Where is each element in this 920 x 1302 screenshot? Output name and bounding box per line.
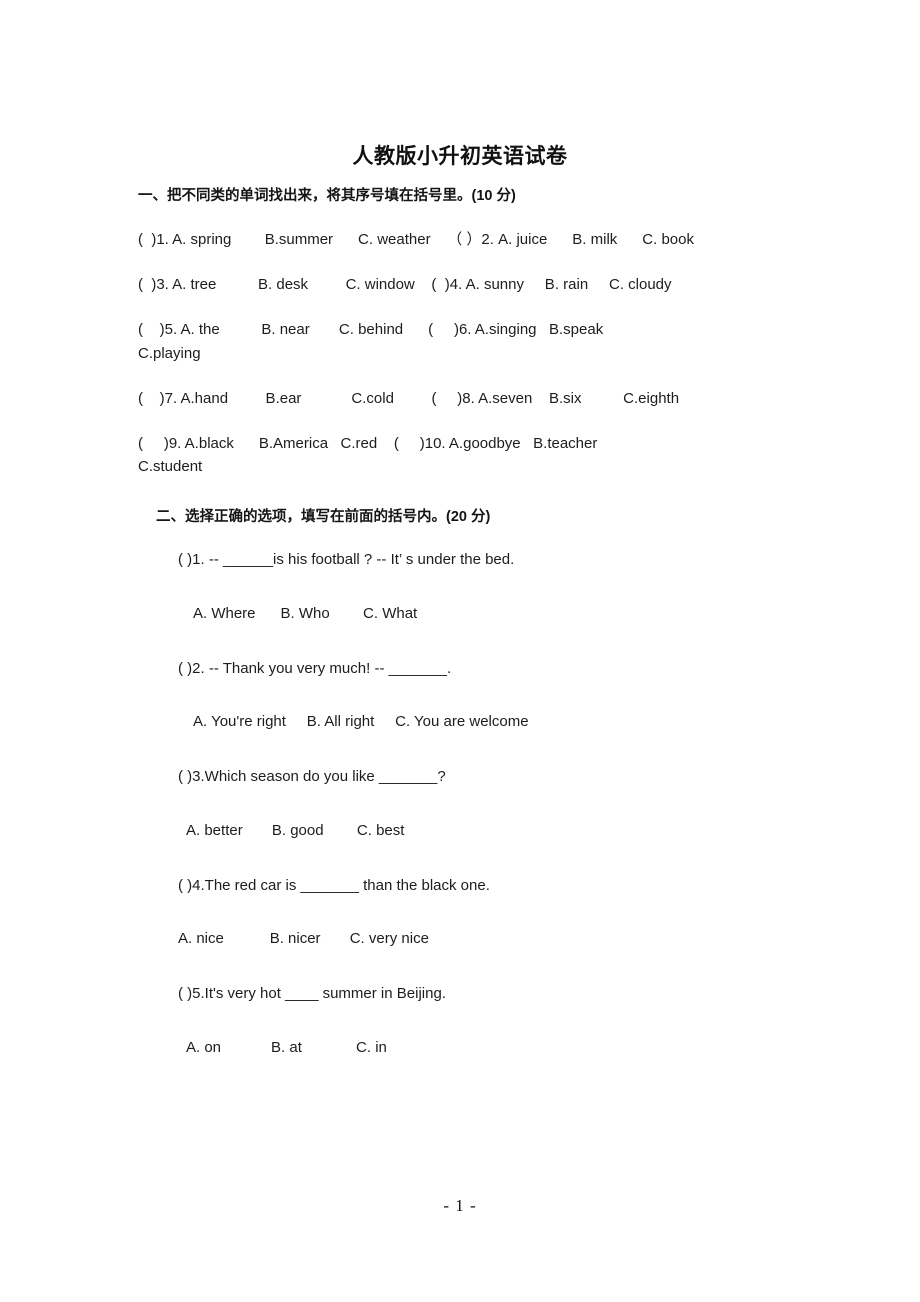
question-line-1-2: ( )1. A. spring B.summer C. weather （ ）2… <box>138 230 694 248</box>
page-number-footer: - 1 - <box>443 1196 477 1215</box>
section2-question-3-stem: ( )3.Which season do you like _______? <box>178 768 446 786</box>
section2-question-4-stem: ( )4.The red car is _______ than the bla… <box>178 876 490 894</box>
section2-question-2-stem: ( )2. -- Thank you very much! -- _______… <box>178 659 452 677</box>
section-heading-one: 一、把不同类的单词找出来，将其序号填在括号里。(10 分) <box>138 188 516 204</box>
section-heading-two: 二、选择正确的选项，填写在前面的括号内。(20 分) <box>156 508 491 525</box>
section2-question-1-stem: ( )1. -- ______is his football ? -- It’ … <box>178 551 515 569</box>
section2-question-5-stem: ( )5.It's very hot ____ summer in Beijin… <box>178 985 446 1003</box>
question-line-7-8: ( )7. A.hand B.ear C.cold ( )8. A.seven … <box>138 389 680 407</box>
section2-question-2-options: A. You're right B. All right C. You are … <box>193 713 529 730</box>
question-line-9-10: ( )9. A.black B.America C.red ( )10. A.g… <box>138 435 598 476</box>
section2-question-3-options: A. better B. good C. best <box>186 821 405 839</box>
exam-paper-page: 人教版小升初英语试卷 一、把不同类的单词找出来，将其序号填在括号里。(10 分)… <box>0 0 920 1302</box>
section2-question-4-options: A. nice B. nicer C. very nice <box>178 930 429 947</box>
question-line-5-6: ( )5. A. the B. near C. behind ( )6. A.s… <box>138 321 604 362</box>
section2-question-1-options: A. Where B. Who C. What <box>193 604 418 622</box>
page-title: 人教版小升初英语试卷 <box>352 144 568 168</box>
section2-question-5-options: A. on B. at C. in <box>186 1038 387 1056</box>
exam-content: 一、把不同类的单词找出来，将其序号填在括号里。(10 分) ( )1. A. s… <box>138 186 798 1091</box>
question-line-3-4: ( )3. A. tree B. desk C. window ( )4. A.… <box>138 276 672 293</box>
